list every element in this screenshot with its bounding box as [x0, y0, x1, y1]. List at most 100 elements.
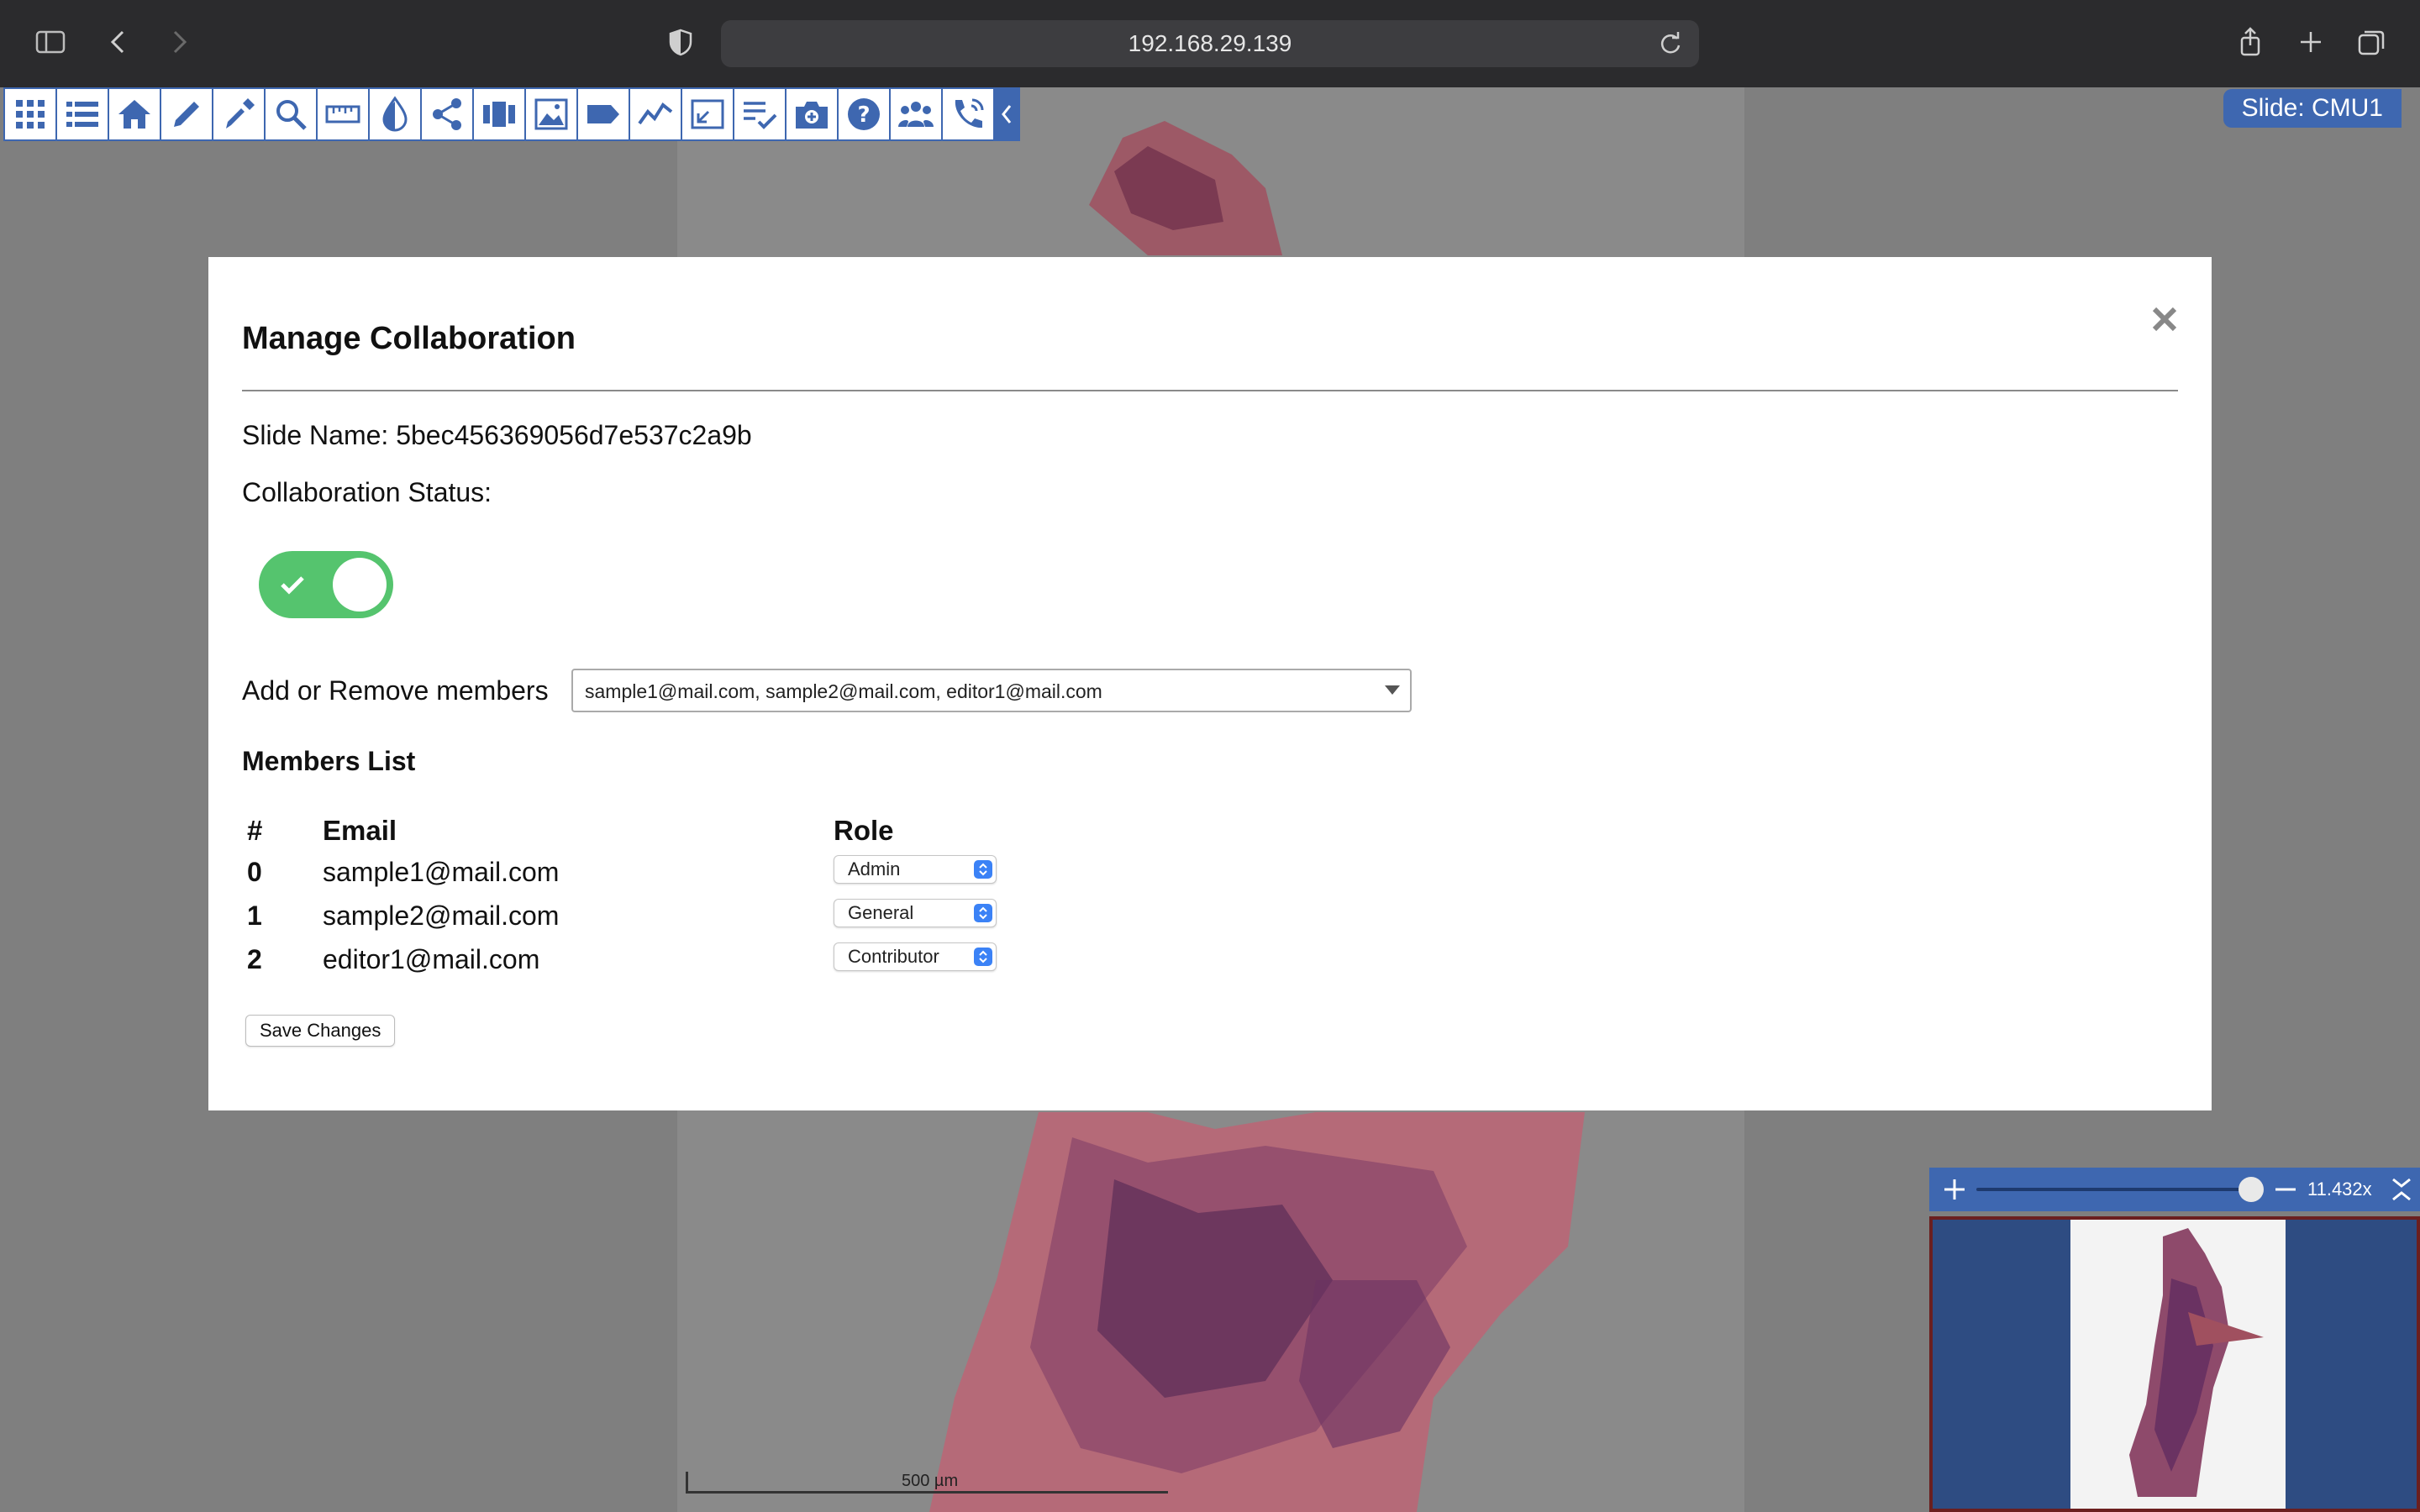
navigator-zoom-bar: 11.432x	[1929, 1168, 2420, 1211]
call-icon	[955, 98, 984, 129]
zoom-in-icon[interactable]	[1941, 1176, 1968, 1203]
checklist-icon	[744, 102, 777, 129]
list-icon	[66, 102, 98, 127]
share-icon[interactable]	[2230, 22, 2270, 62]
magnifier-button[interactable]	[266, 89, 316, 139]
help-icon: ?	[848, 98, 880, 130]
fullscreen-icon	[691, 99, 724, 129]
tab-overview-icon[interactable]	[2351, 22, 2391, 62]
close-icon[interactable]	[2148, 302, 2181, 336]
svg-text:?: ?	[857, 102, 870, 128]
color-picker-icon	[226, 98, 255, 129]
role-select[interactable]: Contributor	[834, 942, 997, 971]
browser-chrome: 192.168.29.139	[0, 0, 2420, 87]
slide-name: Slide Name: 5bec456369056d7e537c2a9b	[242, 420, 752, 450]
table-row: 2 editor1@mail.com Contributor	[247, 942, 1255, 988]
sidebar-toggle-icon[interactable]	[30, 22, 71, 62]
fullscreen-button[interactable]	[682, 89, 733, 139]
line-chart-icon	[638, 102, 673, 125]
privacy-shield-icon[interactable]	[660, 22, 701, 62]
collapse-icon	[1002, 105, 1012, 123]
check-icon	[281, 576, 304, 595]
label-icon	[587, 105, 619, 123]
collaboration-status-label: Collaboration Status:	[242, 477, 492, 507]
share-button[interactable]	[422, 89, 472, 139]
member-index: 1	[247, 900, 262, 931]
measure-button[interactable]	[318, 89, 368, 139]
collapse-icon[interactable]	[2386, 1174, 2417, 1205]
save-changes-button[interactable]: Save Changes	[245, 1015, 396, 1047]
slide-label: Slide: CMU1	[2223, 89, 2402, 128]
role-value: Admin	[848, 858, 901, 879]
role-value: Contributor	[848, 946, 939, 967]
member-index: 2	[247, 944, 262, 974]
list-button[interactable]	[57, 89, 108, 139]
toggle-knob	[333, 558, 387, 612]
reload-icon[interactable]	[1655, 29, 1686, 59]
zoom-slider-handle[interactable]	[2238, 1177, 2264, 1202]
ruler-icon	[325, 105, 360, 123]
column-header-email: Email	[323, 815, 397, 846]
table-row: 1 sample2@mail.com General	[247, 899, 1255, 944]
navigator-thumbnail[interactable]	[1929, 1216, 2420, 1512]
call-button[interactable]	[943, 89, 993, 139]
search-icon	[276, 100, 307, 130]
divider	[242, 390, 2178, 391]
color-picker-button[interactable]	[213, 89, 264, 139]
image-button[interactable]	[526, 89, 576, 139]
scale-bar-label: 500 µm	[902, 1472, 959, 1490]
members-list-title: Members List	[242, 746, 416, 776]
pencil-icon	[174, 102, 199, 127]
select-arrows-icon	[974, 948, 992, 966]
toolbar-collapse-button[interactable]	[995, 89, 1018, 139]
apps-button[interactable]	[5, 89, 55, 139]
collaboration-button[interactable]	[891, 89, 941, 139]
column-header-role: Role	[834, 815, 894, 846]
share-icon	[433, 98, 461, 130]
chevron-down-icon	[1385, 685, 1400, 695]
toolbar: ?	[3, 87, 1020, 141]
member-email: editor1@mail.com	[323, 944, 540, 974]
image-icon	[534, 98, 568, 130]
back-icon[interactable]	[99, 22, 139, 62]
zoom-slider[interactable]	[1976, 1188, 2262, 1191]
people-icon	[898, 102, 934, 127]
camera-icon	[796, 102, 828, 129]
side-by-side-button[interactable]	[474, 89, 524, 139]
stain-button[interactable]	[370, 89, 420, 139]
member-email: sample2@mail.com	[323, 900, 560, 931]
manage-collaboration-modal: Manage Collaboration Slide Name: 5bec456…	[208, 257, 2212, 1110]
members-select[interactable]: sample1@mail.com, sample2@mail.com, edit…	[571, 669, 1412, 712]
address-bar[interactable]: 192.168.29.139	[721, 20, 1699, 67]
url-text: 192.168.29.139	[1128, 30, 1292, 56]
tasks-button[interactable]	[734, 89, 785, 139]
chart-button[interactable]	[630, 89, 681, 139]
role-select[interactable]: Admin	[834, 855, 997, 884]
member-email: sample1@mail.com	[323, 857, 560, 887]
zoom-out-icon[interactable]	[2272, 1176, 2299, 1203]
home-button[interactable]	[109, 89, 160, 139]
snapshot-button[interactable]	[786, 89, 837, 139]
select-arrows-icon	[974, 904, 992, 922]
label-button[interactable]	[578, 89, 629, 139]
table-row: 0 sample1@mail.com Admin	[247, 855, 1255, 900]
role-value: General	[848, 902, 914, 923]
home-icon	[118, 100, 150, 129]
member-index: 0	[247, 857, 262, 887]
annotate-button[interactable]	[161, 89, 212, 139]
members-select-value: sample1@mail.com, sample2@mail.com, edit…	[585, 680, 1102, 702]
select-arrows-icon	[974, 860, 992, 879]
help-button[interactable]: ?	[839, 89, 889, 139]
column-header-index: #	[247, 815, 263, 846]
apps-icon	[16, 100, 45, 129]
scale-bar: 500 µm	[686, 1472, 1168, 1494]
split-view-icon	[483, 102, 515, 127]
role-select[interactable]: General	[834, 899, 997, 927]
collaboration-toggle[interactable]	[259, 551, 393, 618]
forward-icon[interactable]	[158, 22, 198, 62]
add-remove-members-label: Add or Remove members	[242, 675, 549, 706]
navigator-slide	[2070, 1220, 2286, 1509]
tissue-thumbnail	[2129, 1228, 2264, 1497]
zoom-level: 11.432x	[2307, 1179, 2372, 1200]
new-tab-icon[interactable]	[2291, 22, 2331, 62]
